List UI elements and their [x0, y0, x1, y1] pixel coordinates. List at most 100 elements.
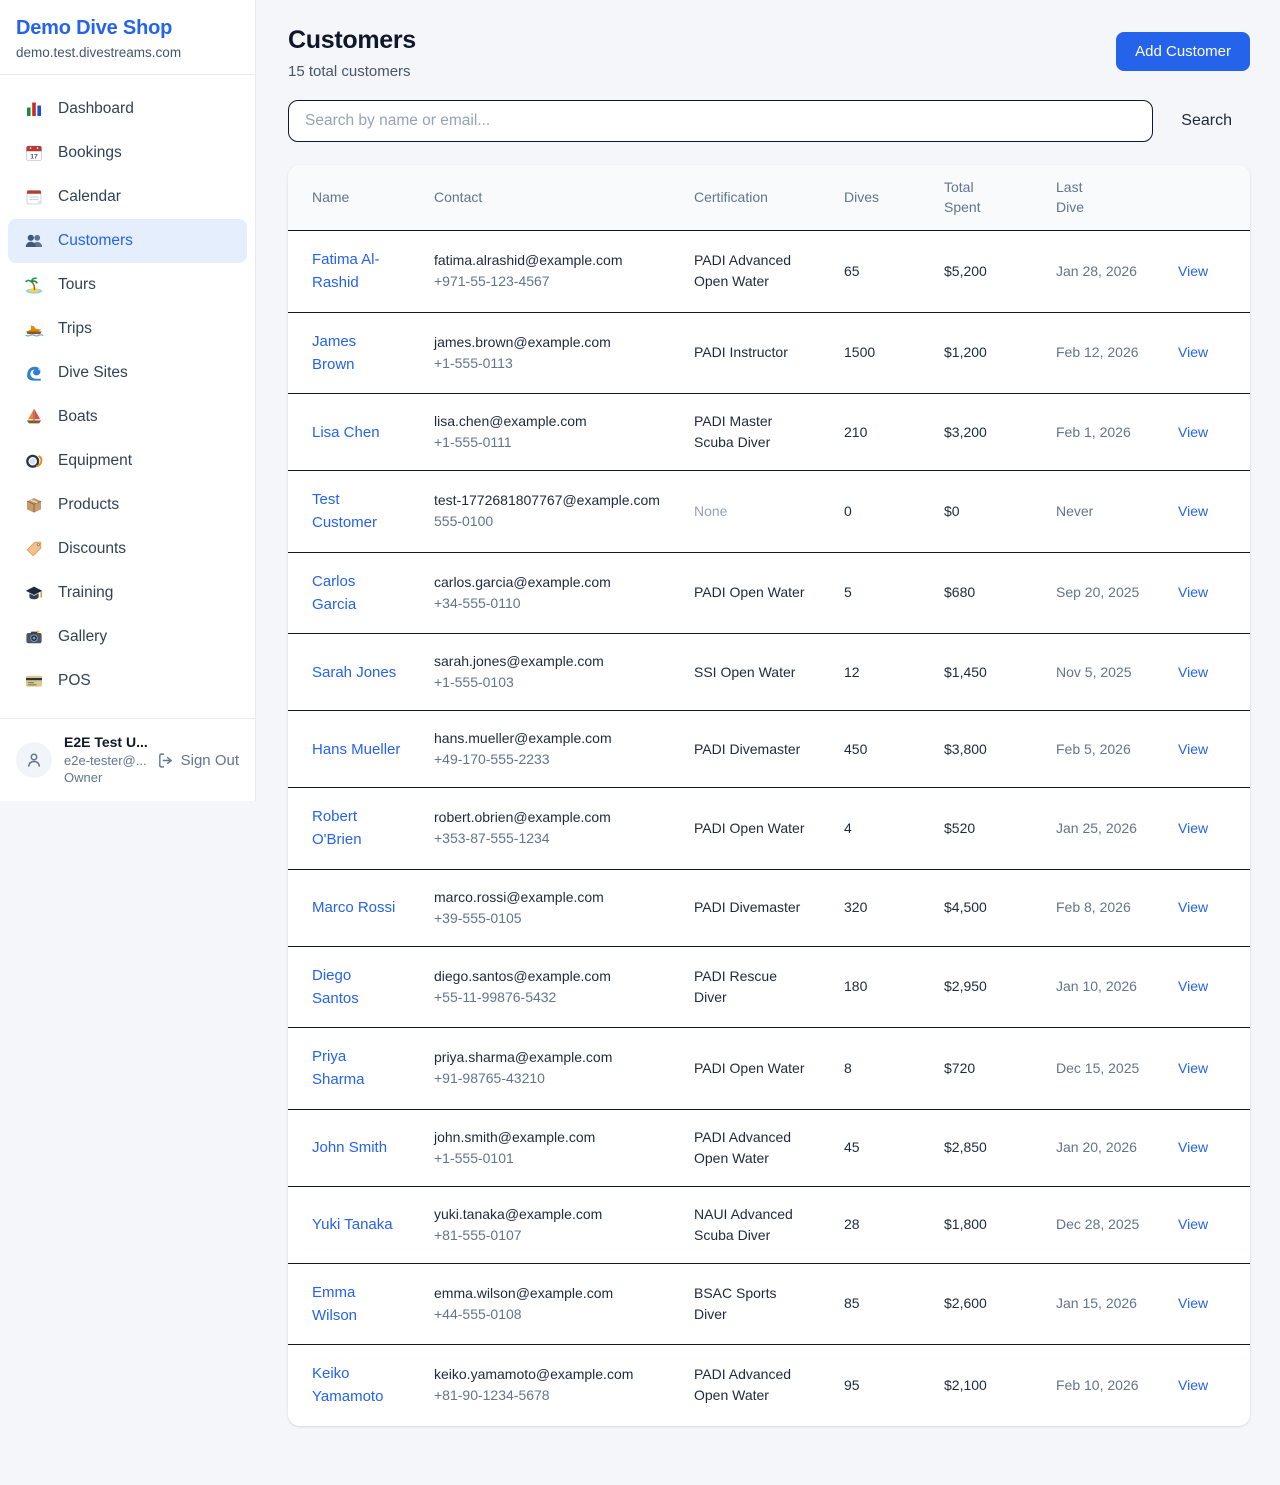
- sidebar-item-calendar[interactable]: Calendar: [8, 175, 247, 219]
- customer-total-spent: $2,600: [928, 1263, 1040, 1345]
- customer-total-spent: $2,850: [928, 1109, 1040, 1186]
- dashboard-icon: [24, 99, 44, 119]
- view-customer-link[interactable]: View: [1178, 424, 1208, 440]
- sidebar-item-label: Equipment: [58, 452, 132, 470]
- add-customer-button[interactable]: Add Customer: [1116, 32, 1250, 71]
- view-customer-link[interactable]: View: [1178, 1139, 1208, 1155]
- customer-last-dive: Dec 15, 2025: [1040, 1028, 1162, 1110]
- table-row: James Brownjames.brown@example.com+1-555…: [288, 312, 1250, 394]
- customer-phone: +39-555-0105: [434, 908, 662, 929]
- customer-phone: +91-98765-43210: [434, 1068, 662, 1089]
- view-customer-link[interactable]: View: [1178, 1216, 1208, 1232]
- view-customer-link[interactable]: View: [1178, 344, 1208, 360]
- customer-phone: +353-87-555-1234: [434, 828, 662, 849]
- customer-dives: 450: [828, 711, 928, 788]
- customer-name-link[interactable]: Keiko Yamamoto: [312, 1362, 402, 1409]
- table-row: John Smithjohn.smith@example.com+1-555-0…: [288, 1109, 1250, 1186]
- customer-name-link[interactable]: Hans Mueller: [312, 738, 400, 761]
- sidebar-item-trips[interactable]: Trips: [8, 307, 247, 351]
- column-header-certification: Certification: [678, 165, 828, 231]
- sidebar-item-label: Bookings: [58, 144, 122, 162]
- customer-name-link[interactable]: James Brown: [312, 330, 402, 377]
- sidebar-item-pos[interactable]: POS: [8, 659, 247, 703]
- view-customer-link[interactable]: View: [1178, 1060, 1208, 1076]
- column-header-contact: Contact: [418, 165, 678, 231]
- sidebar-item-discounts[interactable]: Discounts: [8, 527, 247, 571]
- customer-total-spent: $1,800: [928, 1186, 1040, 1263]
- table-row: Lisa Chenlisa.chen@example.com+1-555-011…: [288, 394, 1250, 471]
- credit-card-icon: [24, 671, 44, 691]
- customer-name-link[interactable]: Carlos Garcia: [312, 570, 402, 617]
- brand-name: Demo Dive Shop: [16, 17, 239, 40]
- customer-certification: None: [694, 503, 727, 519]
- customer-name-link[interactable]: Test Customer: [312, 488, 402, 535]
- customer-name-link[interactable]: John Smith: [312, 1136, 387, 1159]
- sidebar-item-boats[interactable]: Boats: [8, 395, 247, 439]
- customer-table-header-row: NameContactCertificationDivesTotal Spent…: [288, 165, 1250, 231]
- customer-email: robert.obrien@example.com: [434, 807, 662, 828]
- customer-total-spent: $3,200: [928, 394, 1040, 471]
- sidebar-item-customers[interactable]: Customers: [8, 219, 247, 263]
- sidebar-item-equipment[interactable]: Equipment: [8, 439, 247, 483]
- customers-table-card: NameContactCertificationDivesTotal Spent…: [288, 165, 1250, 1426]
- customer-dives: 5: [828, 552, 928, 634]
- view-customer-link[interactable]: View: [1178, 1295, 1208, 1311]
- view-customer-link[interactable]: View: [1178, 741, 1208, 757]
- view-customer-link[interactable]: View: [1178, 584, 1208, 600]
- customer-phone: +81-555-0107: [434, 1225, 662, 1246]
- user-box: E2E Test U... e2e-tester@... Owner Sign …: [0, 718, 255, 801]
- customer-name-link[interactable]: Emma Wilson: [312, 1281, 402, 1328]
- customer-email: diego.santos@example.com: [434, 966, 662, 987]
- page-title-block: Customers 15 total customers: [288, 26, 416, 80]
- sidebar-item-training[interactable]: Training: [8, 571, 247, 615]
- customer-name-link[interactable]: Robert O'Brien: [312, 805, 402, 852]
- view-customer-link[interactable]: View: [1178, 899, 1208, 915]
- sidebar-item-dive-sites[interactable]: Dive Sites: [8, 351, 247, 395]
- search-button[interactable]: Search: [1181, 112, 1232, 130]
- customer-last-dive: Jan 20, 2026: [1040, 1109, 1162, 1186]
- customer-last-dive: Feb 12, 2026: [1040, 312, 1162, 394]
- customer-dives: 0: [828, 471, 928, 553]
- sign-out-button[interactable]: Sign Out: [157, 752, 239, 769]
- customer-name-link[interactable]: Priya Sharma: [312, 1045, 402, 1092]
- customer-last-dive: Jan 28, 2026: [1040, 231, 1162, 313]
- view-customer-link[interactable]: View: [1178, 664, 1208, 680]
- customer-name-link[interactable]: Fatima Al-Rashid: [312, 248, 402, 295]
- brand-block: Demo Dive Shop demo.test.divestreams.com: [0, 0, 255, 75]
- table-row: Marco Rossi marco.rossi@example.com+39-55…: [288, 869, 1250, 946]
- sidebar-item-gallery[interactable]: Gallery: [8, 615, 247, 659]
- view-customer-link[interactable]: View: [1178, 1377, 1208, 1393]
- view-customer-link[interactable]: View: [1178, 820, 1208, 836]
- customer-certification: PADI Advanced Open Water: [694, 1366, 791, 1403]
- view-customer-link[interactable]: View: [1178, 263, 1208, 279]
- column-header-actions: [1162, 165, 1250, 231]
- customer-name-link[interactable]: Lisa Chen: [312, 421, 380, 444]
- package-icon: [24, 495, 44, 515]
- customer-name-link[interactable]: Marco Rossi: [312, 896, 395, 919]
- customer-email: john.smith@example.com: [434, 1127, 662, 1148]
- table-row: Priya Sharmapriya.sharma@example.com+91-…: [288, 1028, 1250, 1110]
- view-customer-link[interactable]: View: [1178, 978, 1208, 994]
- view-customer-link[interactable]: View: [1178, 503, 1208, 519]
- customer-total-spent: $0: [928, 471, 1040, 553]
- customer-name-link[interactable]: Diego Santos: [312, 964, 402, 1011]
- sidebar-item-dashboard[interactable]: Dashboard: [8, 87, 247, 131]
- customer-name-link[interactable]: Yuki Tanaka: [312, 1213, 393, 1236]
- user-name: E2E Test U...: [64, 733, 145, 752]
- sidebar-item-label: Training: [58, 584, 113, 602]
- sidebar-item-tours[interactable]: Tours: [8, 263, 247, 307]
- customer-email: james.brown@example.com: [434, 332, 662, 353]
- customer-name-link[interactable]: Sarah Jones: [312, 661, 396, 684]
- customer-last-dive: Feb 5, 2026: [1040, 711, 1162, 788]
- customer-certification: PADI Open Water: [694, 820, 804, 836]
- sidebar-item-bookings[interactable]: 17Bookings: [8, 131, 247, 175]
- customer-table-body: Fatima Al-Rashidfatima.alrashid@example.…: [288, 231, 1250, 1426]
- graduation-cap-icon: [24, 583, 44, 603]
- sidebar-item-products[interactable]: Products: [8, 483, 247, 527]
- customer-dives: 45: [828, 1109, 928, 1186]
- customer-email: marco.rossi@example.com: [434, 887, 662, 908]
- search-input[interactable]: [288, 100, 1153, 142]
- table-row: Yuki Tanakayuki.tanaka@example.com+81-55…: [288, 1186, 1250, 1263]
- price-tag-icon: [24, 539, 44, 559]
- sidebar-item-label: Gallery: [58, 628, 107, 646]
